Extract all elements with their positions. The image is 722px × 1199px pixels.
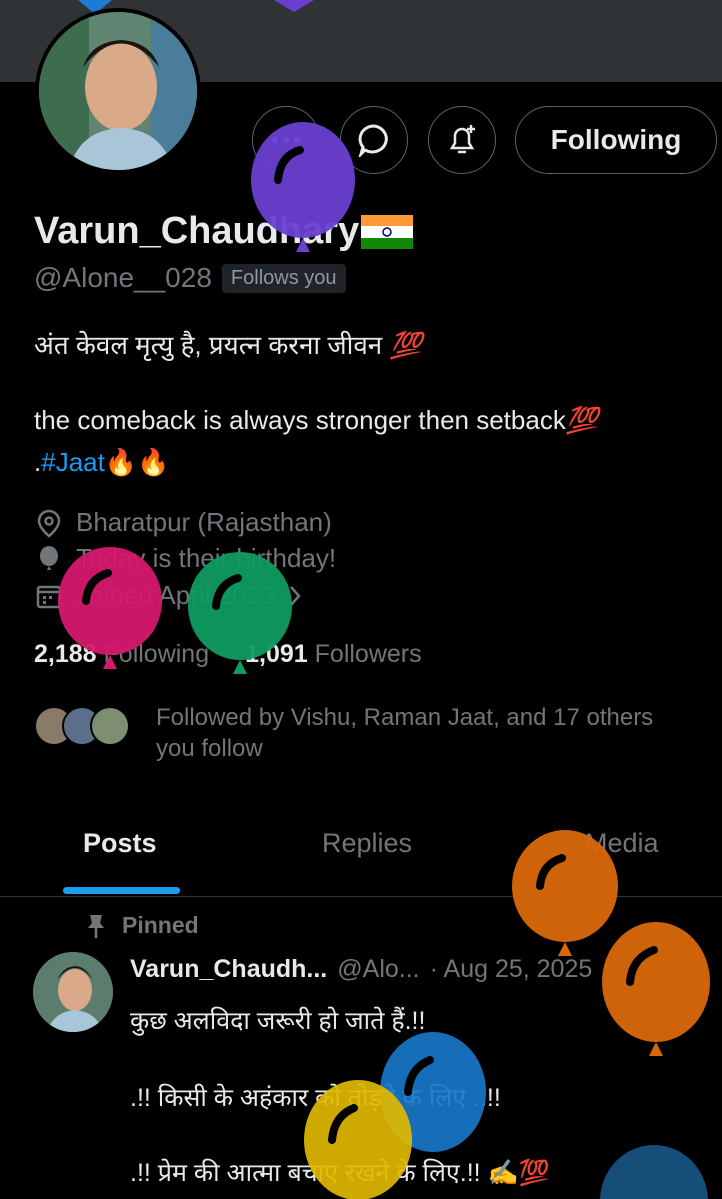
pinned-label: Pinned [122,912,199,938]
balloon-icon [304,1080,412,1199]
followers-label: Followers [314,640,422,668]
profile-avatar[interactable] [35,8,201,174]
pin-icon [88,914,104,938]
bio-text: अंत केवल मृत्यु है, प्रयत्न करना जीवन [34,330,383,360]
tab-posts[interactable]: Posts [83,828,157,859]
fire-emoji: 🔥🔥 [104,447,170,477]
post-author-avatar[interactable] [33,952,113,1032]
followed-by-row[interactable]: Followed by Vishu, Raman Jaat, and 17 ot… [34,702,696,764]
bio-line-1: अंत केवल मृत्यु है, प्रयत्न करना जीवन 💯 [34,326,422,362]
hundred-emoji: 💯 [565,405,599,435]
notifications-button[interactable] [428,106,496,174]
post-date[interactable]: · Aug 25, 2025 [430,955,593,984]
bell-plus-icon [449,125,475,154]
profile-handle: @Alone__028 [34,262,212,293]
balloon-tip-icon [274,0,314,12]
follows-you-badge: Follows you [221,263,346,293]
bio-text: the comeback is always stronger then set… [34,405,566,435]
post-author-handle[interactable]: @Alo... [337,955,419,984]
location-pin-icon [37,509,61,538]
balloon-icon [58,547,162,669]
post-header: Varun_Chaudh... @Alo... · Aug 25, 2025 [130,955,592,984]
message-icon [358,124,388,157]
following-button[interactable]: Following [515,106,717,174]
balloon-icon [251,122,355,252]
avatar [90,706,130,746]
tab-replies[interactable]: Replies [322,828,412,859]
balloon-icon [600,1145,708,1199]
balloon-icon [188,552,292,674]
active-tab-indicator [63,887,180,894]
post-author-name[interactable]: Varun_Chaudh... [130,955,327,984]
hashtag-link[interactable]: #Jaat [41,447,105,477]
hundred-emoji: 💯 [389,330,422,360]
mutual-avatars [34,702,130,746]
location-text: Bharatpur (Rajasthan) [76,507,332,537]
bio-line-3: .#Jaat🔥🔥 [34,447,170,478]
bio-line-2: the comeback is always stronger then set… [34,405,598,436]
pinned-indicator: Pinned [84,912,199,939]
india-flag-icon [361,214,414,249]
followed-by-text: Followed by Vishu, Raman Jaat, and 17 ot… [156,704,654,762]
location-row: Bharatpur (Rajasthan) [34,507,332,538]
balloon-icon [602,922,710,1056]
